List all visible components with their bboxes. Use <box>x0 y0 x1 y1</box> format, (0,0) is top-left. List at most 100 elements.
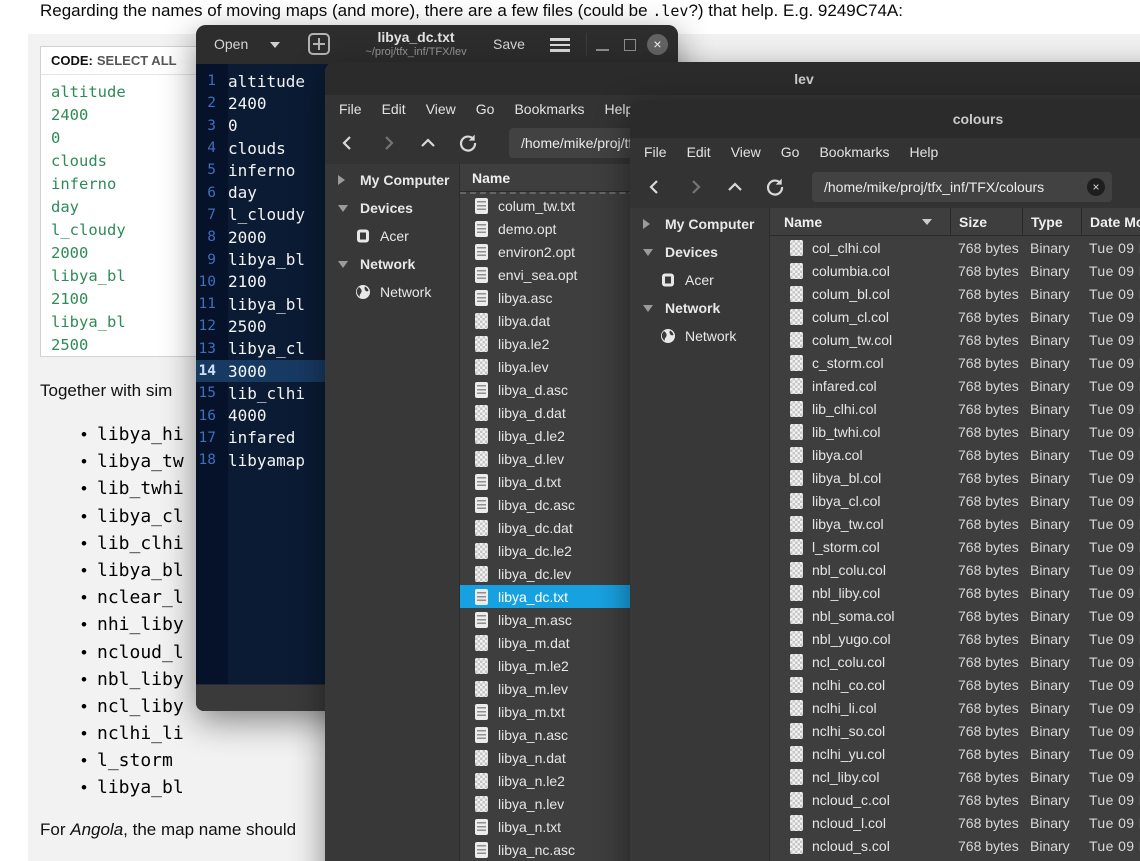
file-row[interactable]: lib_clhi.col 768 bytes Binary Tue 09 Ma <box>770 397 1140 420</box>
sidebar-item[interactable]: Acer <box>630 266 769 294</box>
file-row[interactable]: ncloud_c.col 768 bytes Binary Tue 09 Ma <box>770 788 1140 811</box>
menu-item[interactable]: Go <box>771 144 810 160</box>
file-row[interactable]: nclhi_yu.col 768 bytes Binary Tue 09 Ma <box>770 742 1140 765</box>
sidebar-item[interactable]: My Computer <box>325 166 459 194</box>
file-icon <box>475 658 488 674</box>
file-row[interactable]: nbl_liby.col 768 bytes Binary Tue 09 Ma <box>770 581 1140 604</box>
file-row[interactable]: colum_tw.col 768 bytes Binary Tue 09 Ma <box>770 328 1140 351</box>
menu-item[interactable]: File <box>634 144 677 160</box>
file-type-cell: Binary <box>1022 723 1081 739</box>
file-row[interactable]: colum_bl.col 768 bytes Binary Tue 09 Ma <box>770 282 1140 305</box>
expander-arrow-icon[interactable] <box>643 219 650 229</box>
file-row[interactable]: col_clhi.col 768 bytes Binary Tue 09 Ma <box>770 236 1140 259</box>
menu-hamburger-icon[interactable] <box>550 38 570 55</box>
reload-button[interactable] <box>455 130 481 156</box>
sidebar-item[interactable]: Acer <box>325 222 459 250</box>
file-row[interactable]: infared.col 768 bytes Binary Tue 09 Ma <box>770 374 1140 397</box>
file-row[interactable]: libya_bl.col 768 bytes Binary Tue 09 Ma <box>770 466 1140 489</box>
address-bar[interactable]: /home/mike/proj/tfx_inf/TFX/colours× <box>812 172 1112 202</box>
file-name-cell: columbia.col <box>770 263 950 279</box>
file-size-cell: 768 bytes <box>950 309 1022 325</box>
file-row[interactable]: nclhi_so.col 768 bytes Binary Tue 09 Ma <box>770 719 1140 742</box>
file-icon <box>475 750 488 766</box>
menu-item[interactable]: File <box>329 101 372 117</box>
expander-arrow-icon[interactable] <box>643 249 653 256</box>
clear-address-icon[interactable]: × <box>1087 178 1105 196</box>
menu-item[interactable]: Go <box>466 101 505 117</box>
expander-arrow-icon[interactable] <box>338 205 348 212</box>
file-date-cell: Tue 09 Ma <box>1081 746 1140 762</box>
menu-item[interactable]: Edit <box>677 144 721 160</box>
colours-rows: col_clhi.col 768 bytes Binary Tue 09 Ma … <box>770 236 1140 861</box>
save-button[interactable]: Save <box>493 36 525 52</box>
date-column-header[interactable]: Date Modi <box>1081 208 1140 235</box>
sidebar-item[interactable]: Network <box>325 250 459 278</box>
menu-item[interactable]: View <box>721 144 771 160</box>
back-button[interactable] <box>642 174 668 200</box>
file-row[interactable]: ncl_liby.col 768 bytes Binary Tue 09 Ma <box>770 765 1140 788</box>
file-row[interactable]: nbl_soma.col 768 bytes Binary Tue 09 Ma <box>770 604 1140 627</box>
file-name: libya_d.asc <box>498 382 568 398</box>
file-icon <box>475 267 488 283</box>
expander-arrow-icon[interactable] <box>338 261 348 268</box>
sidebar-item[interactable]: Devices <box>630 238 769 266</box>
file-date-cell: Tue 09 Ma <box>1081 263 1140 279</box>
file-row[interactable]: ncloud_l.col 768 bytes Binary Tue 09 Ma <box>770 811 1140 834</box>
forward-button[interactable] <box>375 130 401 156</box>
line-text: day <box>223 183 257 202</box>
file-row[interactable]: ncl_colu.col 768 bytes Binary Tue 09 Ma <box>770 650 1140 673</box>
file-name: libya_nc.asc <box>498 842 575 858</box>
file-row[interactable]: nbl_colu.col 768 bytes Binary Tue 09 Ma <box>770 558 1140 581</box>
file-row[interactable]: libya.col 768 bytes Binary Tue 09 Ma <box>770 443 1140 466</box>
expander-arrow-icon[interactable] <box>338 175 345 185</box>
sidebar-item[interactable]: Network <box>630 294 769 322</box>
file-row[interactable]: c_storm.col 768 bytes Binary Tue 09 Ma <box>770 351 1140 374</box>
file-row[interactable]: nclhi_co.col 768 bytes Binary Tue 09 Ma <box>770 673 1140 696</box>
minimize-button[interactable] <box>596 49 609 51</box>
file-row[interactable]: libya_tw.col 768 bytes Binary Tue 09 Ma <box>770 512 1140 535</box>
menu-item[interactable]: Edit <box>372 101 416 117</box>
file-row[interactable]: colum_cl.col 768 bytes Binary Tue 09 Ma <box>770 305 1140 328</box>
open-button[interactable]: Open <box>214 36 248 52</box>
sidebar-item[interactable]: Devices <box>325 194 459 222</box>
file-row[interactable]: columbia.col 768 bytes Binary Tue 09 Ma <box>770 259 1140 282</box>
name-column-header[interactable]: Name <box>472 170 510 186</box>
expander-arrow-icon[interactable] <box>643 305 653 312</box>
sidebar-item[interactable]: Network <box>630 322 769 350</box>
file-row[interactable]: libya_cl.col 768 bytes Binary Tue 09 Ma <box>770 489 1140 512</box>
line-text: libya_bl <box>223 295 305 314</box>
file-row[interactable]: lib_twhi.col 768 bytes Binary Tue 09 Ma <box>770 420 1140 443</box>
menu-item[interactable]: Bookmarks <box>504 101 594 117</box>
maximize-button[interactable] <box>624 39 636 51</box>
up-button[interactable] <box>722 174 748 200</box>
up-button[interactable] <box>415 130 441 156</box>
file-name-cell: nclhi_co.col <box>770 677 950 693</box>
lev-titlebar[interactable]: lev <box>325 62 1140 95</box>
name-column-header[interactable]: Name <box>770 208 950 235</box>
file-date-cell: Tue 09 Ma <box>1081 424 1140 440</box>
file-row[interactable]: ncloud_s.col 768 bytes Binary Tue 09 Ma <box>770 834 1140 857</box>
reload-button[interactable] <box>762 174 788 200</box>
file-row[interactable]: nclhi_li.col 768 bytes Binary Tue 09 Ma <box>770 696 1140 719</box>
type-column-header[interactable]: Type <box>1022 208 1081 235</box>
file-name: colum_tw.txt <box>498 198 575 214</box>
sidebar-item[interactable]: Network <box>325 278 459 306</box>
menu-item[interactable]: View <box>416 101 466 117</box>
menu-item[interactable]: Help <box>900 144 949 160</box>
file-size-cell: 768 bytes <box>950 654 1022 670</box>
editor-titlebar[interactable]: Open libya_dc.txt ~/proj/tfx_inf/TFX/lev… <box>196 25 678 64</box>
sidebar-item[interactable]: My Computer <box>630 210 769 238</box>
file-size-cell: 768 bytes <box>950 700 1022 716</box>
file-row[interactable]: l_storm.col 768 bytes Binary Tue 09 Ma <box>770 535 1140 558</box>
size-column-header[interactable]: Size <box>950 208 1022 235</box>
file-name: nbl_colu.col <box>812 562 886 578</box>
file-icon <box>475 198 488 214</box>
file-name: envi_sea.opt <box>498 267 577 283</box>
select-all-link[interactable]: SELECT ALL <box>97 53 177 68</box>
forward-button[interactable] <box>682 174 708 200</box>
file-row[interactable]: nbl_yugo.col 768 bytes Binary Tue 09 Ma <box>770 627 1140 650</box>
close-button[interactable]: × <box>647 34 668 55</box>
back-button[interactable] <box>335 130 361 156</box>
colours-titlebar[interactable]: colours <box>630 100 1140 138</box>
menu-item[interactable]: Bookmarks <box>809 144 899 160</box>
